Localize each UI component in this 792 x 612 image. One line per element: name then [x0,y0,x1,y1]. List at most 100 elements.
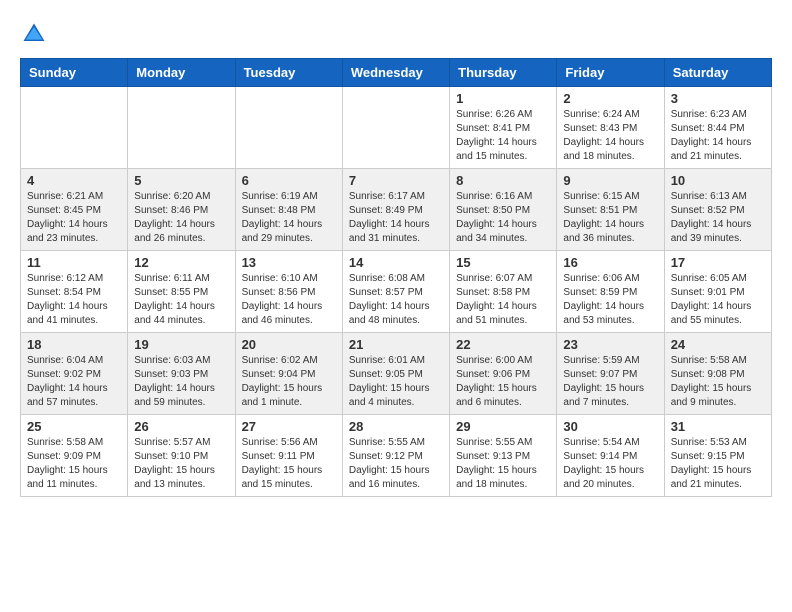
weekday-header-friday: Friday [557,59,664,87]
logo [20,20,52,48]
calendar-cell: 5Sunrise: 6:20 AM Sunset: 8:46 PM Daylig… [128,169,235,251]
calendar-body: 1 Sunrise: 6:26 AM Sunset: 8:41 PM Daylig… [21,87,772,497]
calendar-cell: 19 Sunrise: 6:03 AM Sunset: 9:03 PM Dayli… [128,333,235,415]
calendar-cell: 13 Sunrise: 6:10 AM Sunset: 8:56 PM Dayli… [235,251,342,333]
logo-icon [20,20,48,48]
calendar-cell: 18 Sunrise: 6:04 AM Sunset: 9:02 PM Dayli… [21,333,128,415]
calendar-cell: 4Sunrise: 6:21 AM Sunset: 8:45 PM Daylig… [21,169,128,251]
day-number: 11 [27,255,121,270]
day-info: Sunrise: 6:02 AM Sunset: 9:04 PM Dayligh… [242,354,336,410]
day-number: 20 [242,337,336,352]
day-number: 12 [134,255,228,270]
calendar-week-3: 11Sunrise: 6:12 AM Sunset: 8:54 PM Dayli… [21,251,772,333]
day-number: 18 [27,337,121,352]
day-info: Sunrise: 6:19 AM Sunset: 8:48 PM Dayligh… [242,190,336,246]
day-number: 4 [27,173,121,188]
weekday-header-sunday: Sunday [21,59,128,87]
day-number: 10 [671,173,765,188]
day-info: Sunrise: 5:56 AM Sunset: 9:11 PM Dayligh… [242,436,336,492]
calendar-cell: 23Sunrise: 5:59 AM Sunset: 9:07 PM Dayli… [557,333,664,415]
day-info: Sunrise: 5:57 AM Sunset: 9:10 PM Dayligh… [134,436,228,492]
day-info: Sunrise: 6:17 AM Sunset: 8:49 PM Dayligh… [349,190,443,246]
day-number: 14 [349,255,443,270]
day-info: Sunrise: 5:53 AM Sunset: 9:15 PM Dayligh… [671,436,765,492]
day-info: Sunrise: 5:54 AM Sunset: 9:14 PM Dayligh… [563,436,657,492]
day-info: Sunrise: 6:04 AM Sunset: 9:02 PM Dayligh… [27,354,121,410]
calendar-cell: 27 Sunrise: 5:56 AM Sunset: 9:11 PM Dayli… [235,415,342,497]
calendar-cell: 28 Sunrise: 5:55 AM Sunset: 9:12 PM Dayli… [342,415,449,497]
calendar-cell: 12 Sunrise: 6:11 AM Sunset: 8:55 PM Dayli… [128,251,235,333]
calendar-cell: 31 Sunrise: 5:53 AM Sunset: 9:15 PM Dayli… [664,415,771,497]
day-info: Sunrise: 6:07 AM Sunset: 8:58 PM Dayligh… [456,272,550,328]
day-number: 1 [456,91,550,106]
day-info: Sunrise: 6:06 AM Sunset: 8:59 PM Dayligh… [563,272,657,328]
day-number: 13 [242,255,336,270]
calendar-cell: 6 Sunrise: 6:19 AM Sunset: 8:48 PM Daylig… [235,169,342,251]
calendar-cell: 10Sunrise: 6:13 AM Sunset: 8:52 PM Dayli… [664,169,771,251]
calendar-cell: 20 Sunrise: 6:02 AM Sunset: 9:04 PM Dayli… [235,333,342,415]
day-number: 28 [349,419,443,434]
weekday-header-monday: Monday [128,59,235,87]
calendar-cell: 15 Sunrise: 6:07 AM Sunset: 8:58 PM Dayli… [450,251,557,333]
calendar-cell: 16 Sunrise: 6:06 AM Sunset: 8:59 PM Dayli… [557,251,664,333]
weekday-header-tuesday: Tuesday [235,59,342,87]
day-info: Sunrise: 6:00 AM Sunset: 9:06 PM Dayligh… [456,354,550,410]
day-number: 16 [563,255,657,270]
day-info: Sunrise: 6:15 AM Sunset: 8:51 PM Dayligh… [563,190,657,246]
calendar-cell: 22 Sunrise: 6:00 AM Sunset: 9:06 PM Dayli… [450,333,557,415]
calendar-cell: 1 Sunrise: 6:26 AM Sunset: 8:41 PM Daylig… [450,87,557,169]
calendar-cell: 14 Sunrise: 6:08 AM Sunset: 8:57 PM Dayli… [342,251,449,333]
calendar-cell: 25 Sunrise: 5:58 AM Sunset: 9:09 PM Dayli… [21,415,128,497]
page-header [20,20,772,48]
day-number: 31 [671,419,765,434]
day-number: 30 [563,419,657,434]
day-number: 21 [349,337,443,352]
day-info: Sunrise: 6:23 AM Sunset: 8:44 PM Dayligh… [671,108,765,164]
day-number: 26 [134,419,228,434]
day-info: Sunrise: 5:58 AM Sunset: 9:08 PM Dayligh… [671,354,765,410]
calendar-week-4: 18 Sunrise: 6:04 AM Sunset: 9:02 PM Dayli… [21,333,772,415]
day-info: Sunrise: 6:05 AM Sunset: 9:01 PM Dayligh… [671,272,765,328]
day-number: 2 [563,91,657,106]
day-info: Sunrise: 6:10 AM Sunset: 8:56 PM Dayligh… [242,272,336,328]
day-info: Sunrise: 6:03 AM Sunset: 9:03 PM Dayligh… [134,354,228,410]
day-number: 19 [134,337,228,352]
calendar-cell [128,87,235,169]
calendar-cell: 3 Sunrise: 6:23 AM Sunset: 8:44 PM Daylig… [664,87,771,169]
day-number: 24 [671,337,765,352]
day-info: Sunrise: 6:26 AM Sunset: 8:41 PM Dayligh… [456,108,550,164]
day-number: 9 [563,173,657,188]
day-number: 27 [242,419,336,434]
calendar-cell [21,87,128,169]
day-number: 8 [456,173,550,188]
day-info: Sunrise: 6:08 AM Sunset: 8:57 PM Dayligh… [349,272,443,328]
calendar-week-1: 1 Sunrise: 6:26 AM Sunset: 8:41 PM Daylig… [21,87,772,169]
day-info: Sunrise: 6:01 AM Sunset: 9:05 PM Dayligh… [349,354,443,410]
calendar-week-5: 25 Sunrise: 5:58 AM Sunset: 9:09 PM Dayli… [21,415,772,497]
day-number: 29 [456,419,550,434]
day-number: 15 [456,255,550,270]
calendar-cell: 9 Sunrise: 6:15 AM Sunset: 8:51 PM Daylig… [557,169,664,251]
calendar-cell: 30 Sunrise: 5:54 AM Sunset: 9:14 PM Dayli… [557,415,664,497]
day-number: 3 [671,91,765,106]
day-info: Sunrise: 5:55 AM Sunset: 9:12 PM Dayligh… [349,436,443,492]
calendar-header: SundayMondayTuesdayWednesdayThursdayFrid… [21,59,772,87]
calendar-cell: 29Sunrise: 5:55 AM Sunset: 9:13 PM Dayli… [450,415,557,497]
calendar-cell [235,87,342,169]
day-info: Sunrise: 6:20 AM Sunset: 8:46 PM Dayligh… [134,190,228,246]
day-info: Sunrise: 6:11 AM Sunset: 8:55 PM Dayligh… [134,272,228,328]
day-number: 25 [27,419,121,434]
weekday-header-thursday: Thursday [450,59,557,87]
day-number: 22 [456,337,550,352]
calendar-cell: 11Sunrise: 6:12 AM Sunset: 8:54 PM Dayli… [21,251,128,333]
day-info: Sunrise: 5:58 AM Sunset: 9:09 PM Dayligh… [27,436,121,492]
calendar-cell: 2Sunrise: 6:24 AM Sunset: 8:43 PM Daylig… [557,87,664,169]
day-number: 6 [242,173,336,188]
day-info: Sunrise: 6:16 AM Sunset: 8:50 PM Dayligh… [456,190,550,246]
calendar-cell: 21 Sunrise: 6:01 AM Sunset: 9:05 PM Dayli… [342,333,449,415]
calendar-cell: 17 Sunrise: 6:05 AM Sunset: 9:01 PM Dayli… [664,251,771,333]
weekday-header-wednesday: Wednesday [342,59,449,87]
weekday-row: SundayMondayTuesdayWednesdayThursdayFrid… [21,59,772,87]
day-number: 23 [563,337,657,352]
day-number: 17 [671,255,765,270]
